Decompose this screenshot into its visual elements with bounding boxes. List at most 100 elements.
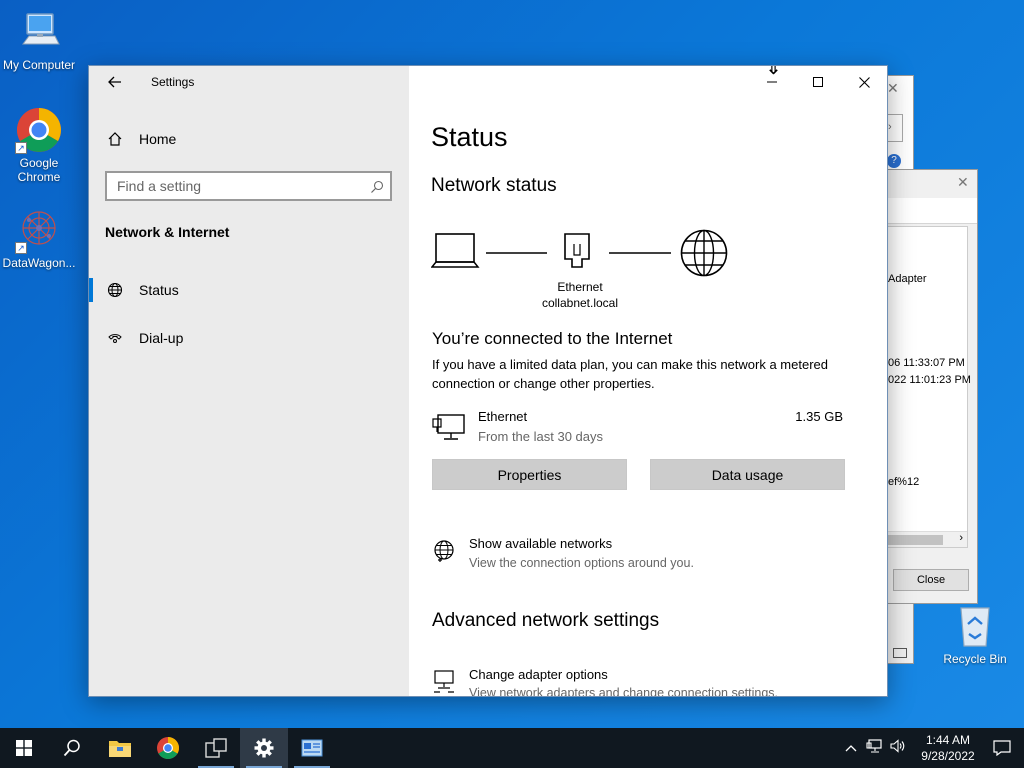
computer-icon: [15, 8, 63, 56]
background-dialog-bottom: [884, 604, 914, 664]
connection-name: Ethernet: [478, 409, 528, 424]
detail-text: 022 11:01:23 PM: [888, 374, 971, 386]
change-adapter-options-link[interactable]: Change adapter options View network adap…: [432, 665, 852, 696]
maximize-button[interactable]: [795, 66, 841, 98]
desktop-icon-label: Recycle Bin: [943, 652, 1007, 666]
internet-globe-icon: [680, 229, 728, 277]
connection-subtitle: From the last 30 days: [478, 429, 603, 444]
data-usage-button[interactable]: Data usage: [650, 459, 845, 490]
clock-time: 1:44 AM: [925, 733, 971, 747]
taskbar-settings[interactable]: [240, 728, 288, 768]
properties-button[interactable]: Properties: [432, 459, 627, 490]
change-adapter-title: Change adapter options: [469, 667, 608, 682]
network-status-heading: Network status: [431, 175, 557, 196]
page-title: Status: [431, 122, 508, 152]
settings-window: Settings Home Find a setting Network & I…: [88, 65, 888, 697]
taskbar-chrome[interactable]: [144, 728, 192, 768]
detail-text: 06 11:33:07 PM: [888, 357, 965, 369]
connected-heading: You’re connected to the Internet: [432, 329, 673, 348]
clock[interactable]: 1:44 AM 9/28/2022: [916, 732, 980, 764]
chrome-icon: ↗: [15, 106, 63, 154]
change-adapter-subtitle: View network adapters and change connect…: [469, 686, 778, 696]
laptop-icon: [431, 233, 480, 268]
ethernet-connection-row[interactable]: Ethernet From the last 30 days 1.35 GB: [432, 406, 852, 452]
start-button[interactable]: [0, 728, 48, 768]
taskbar-search-button[interactable]: [48, 728, 96, 768]
back-button[interactable]: [103, 72, 127, 92]
ethernet-adapter-icon: [432, 414, 465, 440]
close-icon[interactable]: ✕: [957, 174, 969, 191]
chrome-icon: [157, 737, 179, 759]
back-arrow-icon: [108, 76, 121, 88]
notification-center-icon[interactable]: [980, 740, 1024, 756]
search-placeholder: Find a setting: [117, 178, 202, 194]
close-button[interactable]: Close: [893, 569, 969, 591]
help-icon[interactable]: ?: [887, 154, 901, 168]
search-icon: [63, 739, 80, 757]
server-manager-icon: [205, 738, 227, 758]
system-tray: 1:44 AM 9/28/2022: [840, 728, 1024, 768]
connected-description: If you have a limited data plan, you can…: [432, 357, 828, 391]
desktop-icon-label: My Computer: [2, 58, 76, 72]
clock-date: 9/28/2022: [921, 749, 975, 763]
volume-icon[interactable]: [886, 738, 910, 758]
taskbar-server-manager[interactable]: [192, 728, 240, 768]
desktop-icon-label: Google Chrome: [17, 156, 61, 184]
show-networks-subtitle: View the connection options around you.: [469, 556, 694, 570]
folder-icon: [109, 741, 131, 757]
close-icon[interactable]: ✕: [887, 80, 899, 97]
show-available-networks-link[interactable]: Show available networks View the connect…: [432, 536, 832, 576]
taskbar-file-explorer[interactable]: [96, 728, 144, 768]
search-icon: [371, 180, 384, 193]
maximize-icon: [813, 77, 823, 87]
resize-cursor-icon: ⇕: [765, 66, 782, 79]
selection-indicator: [89, 278, 93, 302]
sidebar-item-label: Home: [139, 131, 177, 147]
section-title: Network & Internet: [105, 224, 230, 240]
status-page: ⇕ Status Network status Ethernet collabn…: [409, 66, 887, 696]
network-tray-icon[interactable]: [862, 738, 886, 758]
advanced-settings-heading: Advanced network settings: [432, 610, 660, 631]
ethernet-port-icon: [564, 233, 590, 268]
sidebar-item-dial-up[interactable]: Dial-up: [89, 318, 409, 358]
chevron-up-icon[interactable]: [840, 739, 862, 757]
dialup-icon: [105, 330, 125, 346]
chevron-right-icon[interactable]: ›: [959, 532, 963, 544]
connection-usage: 1.35 GB: [795, 409, 843, 424]
detail-text: Adapter: [888, 273, 927, 285]
windows-logo-icon: [16, 740, 32, 756]
adapter-icon: [434, 670, 454, 693]
gear-icon: [254, 738, 274, 758]
home-icon: [105, 131, 125, 147]
sidebar-item-status[interactable]: Status: [89, 270, 409, 310]
close-button[interactable]: [841, 66, 887, 98]
settings-sidebar: Settings Home Find a setting Network & I…: [89, 66, 409, 696]
horizontal-scrollbar[interactable]: ›: [888, 531, 967, 547]
sidebar-item-label: Dial-up: [139, 330, 184, 346]
shortcut-arrow-icon: ↗: [15, 142, 27, 154]
taskbar: 1:44 AM 9/28/2022: [0, 728, 1024, 768]
desktop-icon-label: DataWagon...: [2, 256, 76, 270]
close-icon: [858, 76, 870, 88]
show-networks-title: Show available networks: [469, 536, 613, 551]
shortcut-arrow-icon: ↗: [15, 242, 27, 254]
details-list: Adapter 06 11:33:07 PM 022 11:01:23 PM e…: [887, 226, 971, 548]
datawagon-icon: ↗: [15, 206, 63, 254]
sidebar-item-label: Status: [139, 282, 179, 298]
desktop-icon-datawagon[interactable]: ↗ DataWagon...: [0, 206, 78, 270]
detail-text: ef%12: [888, 476, 920, 488]
desktop-icon-chrome[interactable]: ↗ Google Chrome: [0, 106, 78, 184]
recycle-bin-icon: [951, 602, 999, 650]
sidebar-item-home[interactable]: Home: [89, 119, 409, 159]
network-app-icon: [301, 739, 323, 757]
window-icon: [893, 648, 907, 658]
diagram-domain: collabnet.local: [541, 296, 619, 310]
diagram-adapter-name: Ethernet: [557, 280, 603, 294]
desktop-icon-my-computer[interactable]: My Computer: [0, 8, 78, 72]
taskbar-network-app[interactable]: [288, 728, 336, 768]
desktop-icon-recycle-bin[interactable]: Recycle Bin: [936, 602, 1014, 666]
globe-icon: [105, 282, 125, 298]
network-globe-icon: [434, 540, 454, 562]
search-input[interactable]: Find a setting: [105, 171, 392, 201]
window-title: Settings: [151, 75, 195, 89]
